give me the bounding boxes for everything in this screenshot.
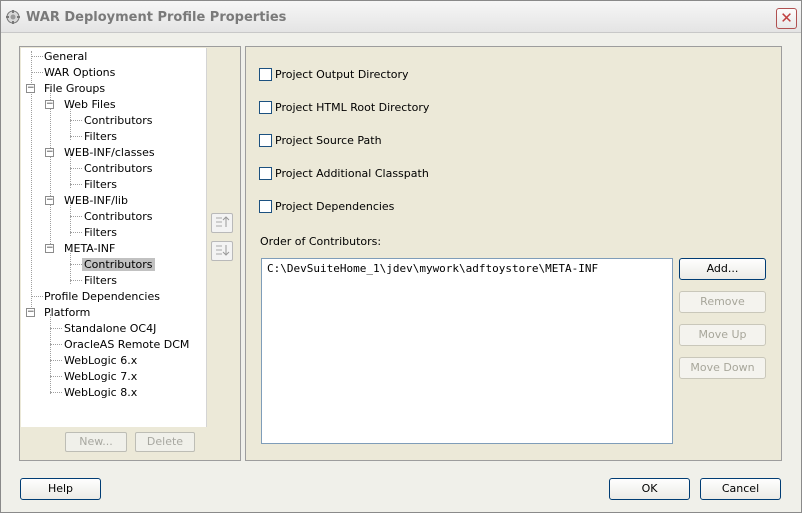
tree-item-meta-inf[interactable]: META-INF xyxy=(64,241,115,256)
tree-line xyxy=(31,72,43,73)
help-button[interactable]: Help xyxy=(20,478,101,500)
tree-line xyxy=(70,264,82,265)
tree-item-web-files-filters[interactable]: Filters xyxy=(84,129,117,144)
option-label: Project HTML Root Directory xyxy=(275,101,430,114)
option-label: Project Output Directory xyxy=(275,68,409,81)
move-down-button[interactable] xyxy=(211,241,233,261)
remove-button[interactable]: Remove xyxy=(679,291,766,313)
collapse-toggle-icon[interactable]: − xyxy=(26,84,35,93)
delete-button[interactable]: Delete xyxy=(135,432,195,452)
tree-item-web-inf-lib[interactable]: WEB-INF/lib xyxy=(64,193,128,208)
tree-item-web-files-contributors[interactable]: Contributors xyxy=(84,113,153,128)
settings-tree: − − − − − − General WAR Options File Gro… xyxy=(21,48,207,427)
add-button[interactable]: Add... xyxy=(679,258,766,280)
checkbox[interactable] xyxy=(259,134,272,147)
list-item[interactable]: C:\DevSuiteHome_1\jdev\mywork\adftoystor… xyxy=(267,262,598,275)
tree-line xyxy=(31,56,43,57)
tree-line xyxy=(70,280,82,281)
tree-line xyxy=(50,392,62,393)
close-icon: ✕ xyxy=(780,9,793,27)
tree-line xyxy=(50,90,51,250)
tree-item-oracleas-remote-dcm[interactable]: OracleAS Remote DCM xyxy=(64,337,189,352)
tree-line xyxy=(50,376,62,377)
option-label: Project Additional Classpath xyxy=(275,167,429,180)
collapse-toggle-icon[interactable]: − xyxy=(45,148,54,157)
checkbox[interactable] xyxy=(259,167,272,180)
tree-item-general[interactable]: General xyxy=(44,49,87,64)
tree-line xyxy=(70,136,82,137)
tree-item-web-inf-classes-filters[interactable]: Filters xyxy=(84,177,117,192)
tree-item-meta-inf-filters[interactable]: Filters xyxy=(84,273,117,288)
move-up-icon xyxy=(216,216,230,227)
tree-item-weblogic-8x[interactable]: WebLogic 8.x xyxy=(64,385,137,400)
tree-line xyxy=(70,216,82,217)
move-down-list-button[interactable]: Move Down xyxy=(679,357,766,379)
tree-line xyxy=(50,328,62,329)
tree-line xyxy=(31,296,43,297)
tree-line xyxy=(70,232,82,233)
tree-item-web-inf-classes[interactable]: WEB-INF/classes xyxy=(64,145,155,160)
tree-line xyxy=(50,314,51,394)
tree-item-web-inf-classes-contributors[interactable]: Contributors xyxy=(84,161,153,176)
collapse-toggle-icon[interactable]: − xyxy=(45,196,54,205)
order-of-contributors-label: Order of Contributors: xyxy=(260,235,382,248)
tree-item-war-options[interactable]: WAR Options xyxy=(44,65,115,80)
tree-item-web-files[interactable]: Web Files xyxy=(64,97,116,112)
title-bar: WAR Deployment Profile Properties ✕ xyxy=(1,1,801,33)
tree-item-standalone-oc4j[interactable]: Standalone OC4J xyxy=(64,321,156,336)
tree-item-weblogic-6x[interactable]: WebLogic 6.x xyxy=(64,353,137,368)
checkbox[interactable] xyxy=(259,101,272,114)
tree-item-meta-inf-contributors[interactable]: Contributors xyxy=(82,257,155,272)
dialog-window: WAR Deployment Profile Properties ✕ − − … xyxy=(0,0,802,513)
contributors-panel: Project Output Directory Project HTML Ro… xyxy=(245,46,782,461)
tree-item-file-groups[interactable]: File Groups xyxy=(44,81,105,96)
option-label: Project Dependencies xyxy=(275,200,395,213)
tree-line xyxy=(70,168,82,169)
tree-item-profile-dependencies[interactable]: Profile Dependencies xyxy=(44,289,160,304)
app-icon xyxy=(6,10,20,24)
checkbox[interactable] xyxy=(259,200,272,213)
collapse-toggle-icon[interactable]: − xyxy=(45,244,54,253)
contributors-list[interactable]: C:\DevSuiteHome_1\jdev\mywork\adftoystor… xyxy=(261,258,673,444)
tree-item-web-inf-lib-filters[interactable]: Filters xyxy=(84,225,117,240)
option-label: Project Source Path xyxy=(275,134,382,147)
move-down-icon xyxy=(216,245,230,256)
checkbox[interactable] xyxy=(259,68,272,81)
cancel-button[interactable]: Cancel xyxy=(700,478,781,500)
window-title: WAR Deployment Profile Properties xyxy=(26,10,287,25)
tree-item-platform[interactable]: Platform xyxy=(44,305,90,320)
ok-button[interactable]: OK xyxy=(609,478,690,500)
tree-item-weblogic-7x[interactable]: WebLogic 7.x xyxy=(64,369,137,384)
close-button[interactable]: ✕ xyxy=(776,8,797,29)
new-button[interactable]: New... xyxy=(65,432,127,452)
move-up-button[interactable] xyxy=(211,213,233,233)
tree-line xyxy=(50,344,62,345)
tree-line xyxy=(50,360,62,361)
tree-line xyxy=(70,120,82,121)
collapse-toggle-icon[interactable]: − xyxy=(45,100,54,109)
move-up-list-button[interactable]: Move Up xyxy=(679,324,766,346)
tree-item-web-inf-lib-contributors[interactable]: Contributors xyxy=(84,209,153,224)
tree-line xyxy=(70,184,82,185)
collapse-toggle-icon[interactable]: − xyxy=(26,308,35,317)
navigation-panel: − − − − − − General WAR Options File Gro… xyxy=(19,46,241,461)
